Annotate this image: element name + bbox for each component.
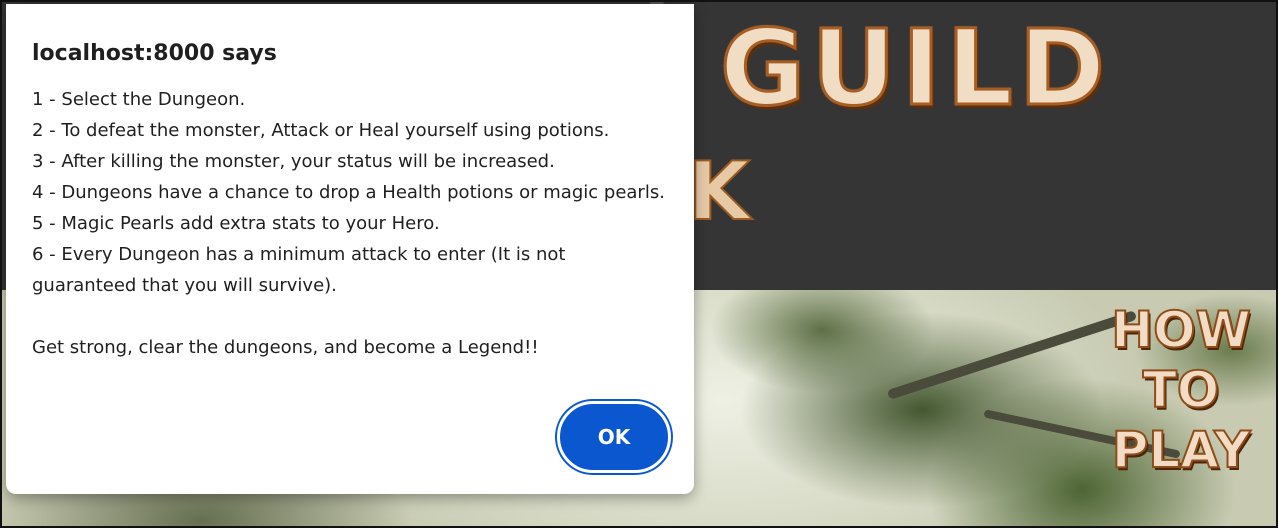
instruction-line: 1 - Select the Dungeon. — [32, 89, 246, 110]
how-to-play-word: PLAY — [1111, 420, 1252, 480]
how-to-play-button[interactable]: HOW TO PLAY — [1086, 300, 1276, 480]
closing-message: Get strong, clear the dungeons, and beco… — [32, 337, 539, 358]
browser-viewport: GUILD K HOW TO PLAY localhost:8000 says … — [0, 0, 1278, 528]
game-logo-partial-letter: K — [687, 145, 751, 238]
how-to-play-word: HOW — [1110, 300, 1252, 360]
dialog-origin-title: localhost:8000 says — [32, 41, 277, 66]
instruction-line: 4 - Dungeons have a chance to drop a Hea… — [32, 182, 665, 203]
instruction-line: 2 - To defeat the monster, Attack or Hea… — [32, 120, 610, 141]
how-to-play-word: TO — [1142, 360, 1221, 420]
instruction-line: 6 - Every Dungeon has a minimum attack t… — [32, 244, 566, 296]
instruction-line: 3 - After killing the monster, your stat… — [32, 151, 555, 172]
instruction-line: 5 - Magic Pearls add extra stats to your… — [32, 213, 440, 234]
game-logo-title: GUILD — [718, 7, 1112, 129]
ok-button[interactable]: OK — [557, 401, 671, 473]
alert-dialog: localhost:8000 says 1 - Select the Dunge… — [6, 4, 694, 494]
